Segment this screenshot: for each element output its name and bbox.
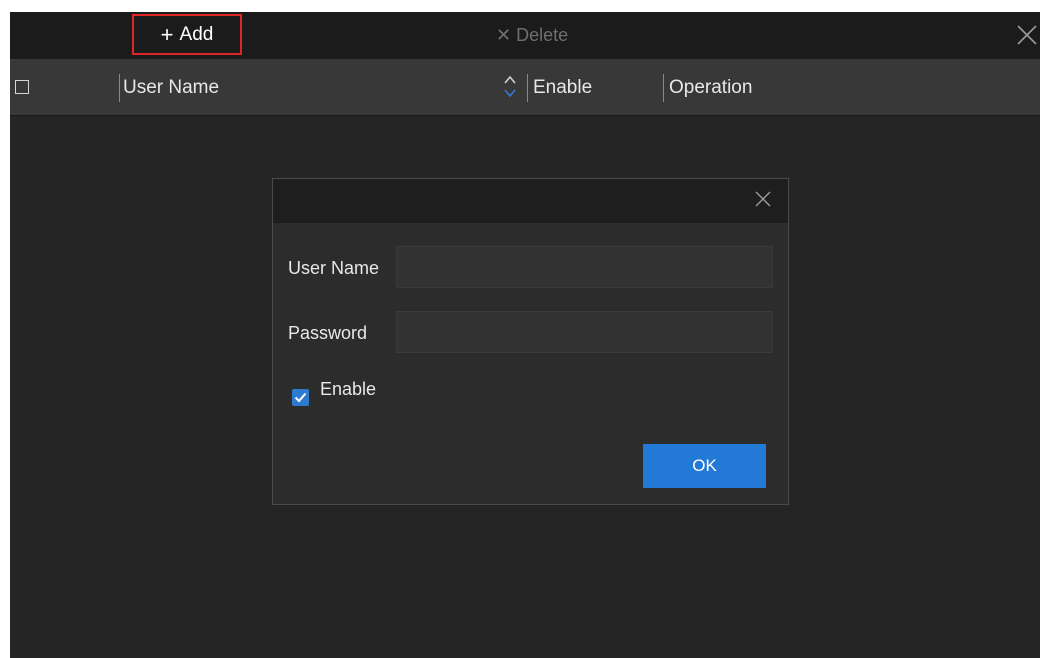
enable-checkbox[interactable] <box>292 389 309 406</box>
add-button[interactable]: + Add <box>132 14 242 55</box>
username-input[interactable] <box>396 246 773 288</box>
checkmark-icon <box>294 392 307 403</box>
add-button-label: Add <box>179 23 214 45</box>
toolbar: + Add ✕ Delete <box>10 12 1040 59</box>
close-icon[interactable] <box>753 189 773 209</box>
user-management-window: + Add ✕ Delete User Name Enable Operatio… <box>10 12 1040 658</box>
dialog-titlebar <box>273 179 788 223</box>
column-header-user-name[interactable]: User Name <box>123 59 219 116</box>
username-label: User Name <box>288 258 380 278</box>
column-divider <box>527 74 528 102</box>
delete-button-label: Delete <box>516 25 569 45</box>
column-divider <box>663 74 664 102</box>
sort-icon[interactable] <box>503 72 517 102</box>
column-divider <box>119 74 120 102</box>
enable-label: Enable <box>320 379 377 399</box>
table-header: User Name Enable Operation <box>10 59 1040 116</box>
delete-button[interactable]: ✕ Delete <box>496 12 568 59</box>
select-all-checkbox[interactable] <box>15 80 29 94</box>
close-icon[interactable] <box>1014 23 1040 47</box>
column-header-enable: Enable <box>533 76 593 98</box>
plus-icon: + <box>160 21 174 47</box>
delete-x-icon: ✕ <box>496 25 512 45</box>
password-label: Password <box>288 323 368 343</box>
ok-button[interactable]: OK <box>643 444 766 488</box>
column-header-operation: Operation <box>669 76 753 98</box>
password-input[interactable] <box>396 311 773 353</box>
add-user-dialog: User Name Password Enable OK <box>272 178 789 505</box>
